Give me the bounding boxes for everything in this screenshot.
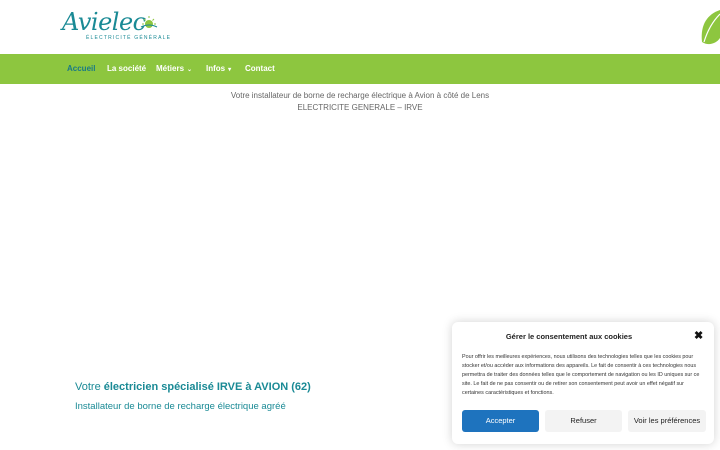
hero-prefix: Votre	[75, 381, 104, 393]
nav-item-accueil[interactable]: Accueil	[67, 54, 95, 84]
sun-icon	[140, 16, 158, 28]
nav-label-contact: Contact	[245, 64, 275, 73]
nav-item-infos[interactable]: Infos ▾	[206, 54, 231, 84]
logo-wordmark: Avielec	[62, 8, 146, 36]
site-header: Avielec ÉLECTRICITÉ GÉNÉRALE	[0, 0, 720, 54]
close-icon[interactable]: ✖	[694, 331, 703, 342]
nav-label-metiers: Métiers	[156, 64, 185, 73]
nav-item-contact[interactable]: Contact	[245, 54, 275, 84]
hero-subtitle: Installateur de borne de recharge électr…	[75, 401, 286, 412]
accept-button[interactable]: Accepter	[462, 410, 539, 432]
tagline-line1: Votre installateur de borne de recharge …	[230, 91, 490, 100]
cookie-body: Pour offrir les meilleures expériences, …	[462, 354, 700, 396]
leaf-icon	[701, 10, 720, 45]
chevron-down-icon: ⌄	[187, 67, 193, 73]
nav-item-metiers[interactable]: Métiers ⌄	[156, 54, 192, 84]
hero-suffix: (62)	[288, 381, 311, 393]
caret-down-icon: ▾	[228, 67, 232, 73]
hero-bold: électricien spécialisé IRVE à AVION	[103, 381, 289, 393]
tagline-line2: ELECTRICITE GENERALE – IRVE	[297, 103, 423, 112]
logo-subtitle: ÉLECTRICITÉ GÉNÉRALE	[86, 35, 172, 41]
avielec-logo[interactable]: Avielec ÉLECTRICITÉ GÉNÉRALE	[62, 8, 170, 46]
nav-label-la-societe: La société	[107, 64, 147, 73]
nav-label-infos: Infos	[206, 64, 226, 73]
refuse-button[interactable]: Refuser	[545, 410, 622, 432]
cookie-consent-dialog: Gérer le consentement aux cookies ✖ Pour…	[452, 322, 714, 444]
nav-label-accueil: Accueil	[67, 64, 96, 73]
cookie-title: Gérer le consentement aux cookies	[505, 332, 633, 341]
preferences-button[interactable]: Voir les préférences	[628, 410, 706, 432]
nav-item-la-societe[interactable]: La société	[107, 54, 146, 84]
main-nav: Accueil La société Métiers ⌄ Infos ▾ Conta…	[0, 54, 720, 84]
hero-heading: Votre électricien spécialisé IRVE à AVIO…	[75, 381, 311, 393]
